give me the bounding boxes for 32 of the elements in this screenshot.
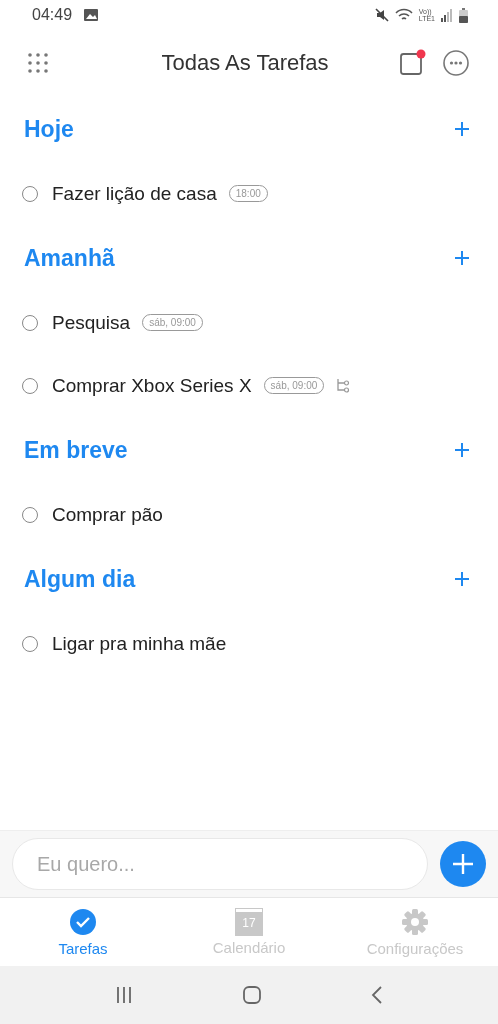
apps-grid-icon[interactable] <box>28 53 48 73</box>
section-heading: Hoje <box>24 115 74 143</box>
status-time: 04:49 <box>32 6 73 24</box>
battery-icon <box>459 7 468 23</box>
task-title[interactable]: Pesquisa <box>52 311 131 334</box>
section-heading: Algum dia <box>24 565 136 593</box>
signal-icon <box>441 8 453 22</box>
notification-icon[interactable] <box>398 49 426 77</box>
gear-icon <box>401 907 429 936</box>
section-heading: Em breve <box>24 436 128 464</box>
add-task-button[interactable] <box>440 841 486 887</box>
image-icon <box>84 9 99 21</box>
task-title[interactable]: Ligar pra minha mãe <box>52 632 227 655</box>
mute-icon <box>374 8 389 22</box>
back-icon[interactable] <box>371 986 384 1004</box>
more-icon[interactable] <box>442 49 470 77</box>
recent-apps-icon[interactable] <box>114 986 133 1004</box>
add-icon[interactable] <box>454 442 470 458</box>
nav-tab[interactable]: Tarefas <box>0 898 166 966</box>
task-title[interactable]: Comprar Xbox Series X <box>52 374 252 397</box>
home-icon[interactable] <box>242 985 262 1005</box>
page-title: Todas As Tarefas <box>160 50 330 76</box>
check-circle-icon <box>69 907 97 936</box>
task-title[interactable]: Comprar pão <box>52 503 163 526</box>
task-input-field[interactable]: Eu quero... <box>12 838 428 890</box>
add-icon[interactable] <box>454 250 470 266</box>
section-heading: Amanhã <box>24 244 115 272</box>
add-icon[interactable] <box>454 571 470 587</box>
plus-icon <box>452 853 474 875</box>
add-icon[interactable] <box>454 121 470 137</box>
task-title[interactable]: Fazer lição de casa <box>52 182 217 205</box>
wifi-icon <box>394 8 413 22</box>
